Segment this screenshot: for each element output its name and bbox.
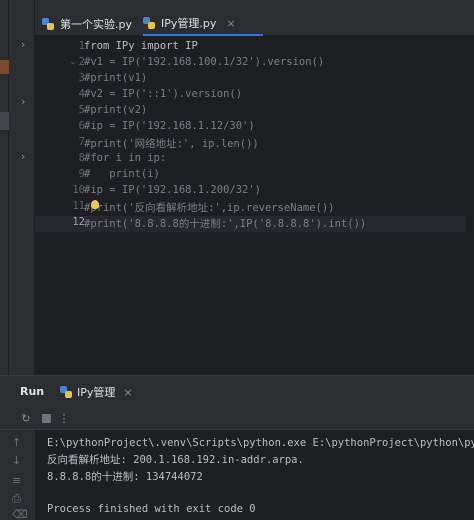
title-bar bbox=[35, 0, 474, 12]
code-line[interactable]: # print(i) bbox=[84, 168, 160, 180]
code-line[interactable]: #ip = IP('192.168.1.200/32') bbox=[84, 184, 261, 196]
console-line: E:\pythonProject\.venv\Scripts\python.ex… bbox=[47, 437, 474, 449]
down-arrow-icon[interactable]: ↓ bbox=[12, 454, 21, 467]
chevron-right-icon[interactable]: › bbox=[21, 95, 25, 108]
tab-label: IPy管理.py bbox=[161, 17, 217, 30]
line-number: 7 bbox=[78, 136, 85, 148]
code-line[interactable]: #v2 = IP('::1').version() bbox=[84, 88, 242, 100]
line-number: 1 bbox=[78, 40, 85, 52]
fold-icon[interactable]: ⌄ bbox=[69, 57, 77, 67]
run-tab-label: IPy管理 bbox=[77, 386, 116, 399]
console-side-toolbar: ↑ ↓ ≡ ⎙ ⌫ bbox=[0, 430, 35, 520]
run-panel: Run IPy管理 × ↻ ⋮ ↑ ↓ ≡ ⎙ ⌫ E:\pythonProje… bbox=[0, 375, 474, 520]
line-number: 10 bbox=[72, 184, 85, 196]
tab-first-experiment[interactable]: 第一个实验.py bbox=[42, 12, 142, 36]
line-number: 3 bbox=[78, 72, 85, 84]
chevron-right-icon[interactable]: › bbox=[21, 38, 25, 51]
run-panel-title: Run bbox=[20, 385, 45, 398]
python-file-icon bbox=[42, 18, 54, 30]
code-line[interactable]: #print('8.8.8.8的十进制:',IP('8.8.8.8').int(… bbox=[84, 216, 366, 231]
line-number: 12 bbox=[72, 216, 85, 228]
code-line[interactable]: #ip = IP('192.168.1.12/30') bbox=[84, 120, 255, 132]
code-line[interactable]: #print(v1) bbox=[84, 72, 147, 84]
code-line[interactable]: #print('网络地址:', ip.len()) bbox=[84, 136, 259, 151]
tool-window-marker bbox=[0, 112, 9, 130]
code-line[interactable]: #for i in ip: bbox=[84, 152, 166, 164]
close-icon[interactable]: × bbox=[123, 386, 132, 399]
tab-label: 第一个实验.py bbox=[60, 18, 132, 31]
more-icon[interactable]: ⋮ bbox=[58, 412, 70, 425]
console-output[interactable]: E:\pythonProject\.venv\Scripts\python.ex… bbox=[35, 430, 474, 520]
code-line[interactable]: from IPy import IP bbox=[84, 40, 198, 52]
line-number: 8 bbox=[78, 152, 85, 164]
python-file-icon bbox=[60, 386, 72, 398]
run-toolbar: ↻ ⋮ bbox=[0, 406, 474, 430]
run-panel-header: Run IPy管理 × bbox=[0, 376, 474, 406]
code-line[interactable]: #v1 = IP('192.168.100.1/32').version() bbox=[84, 56, 324, 68]
trash-icon[interactable]: ⌫ bbox=[12, 508, 28, 520]
rerun-icon[interactable]: ↻ bbox=[20, 412, 32, 425]
console-line: Process finished with exit code 0 bbox=[47, 503, 256, 515]
stop-icon[interactable] bbox=[40, 412, 52, 424]
console-line: 反向看解析地址: 200.1.168.192.in-addr.arpa. bbox=[47, 454, 304, 466]
run-config-tab[interactable]: IPy管理 × bbox=[60, 381, 133, 403]
soft-wrap-icon[interactable]: ≡ bbox=[12, 474, 21, 487]
up-arrow-icon[interactable]: ↑ bbox=[12, 436, 21, 449]
line-number: 6 bbox=[78, 120, 85, 132]
vcs-marker bbox=[0, 60, 9, 74]
line-number: 4 bbox=[78, 88, 85, 100]
chevron-right-icon[interactable]: › bbox=[21, 150, 25, 163]
editor-scrollbar[interactable] bbox=[466, 37, 474, 375]
intention-bulb-icon[interactable] bbox=[91, 200, 99, 209]
line-number: 2 bbox=[78, 56, 85, 68]
project-panel: › › › bbox=[9, 0, 35, 375]
close-icon[interactable]: × bbox=[226, 17, 235, 30]
code-editor[interactable]: 1 2 3 4 5 6 7 8 9 10 11 12 from IPy import IP #v1 = … bbox=[35, 37, 474, 375]
line-number: 11 bbox=[72, 200, 85, 212]
line-number: 9 bbox=[78, 168, 85, 180]
print-icon[interactable]: ⎙ bbox=[12, 492, 21, 506]
python-file-icon bbox=[143, 17, 155, 29]
tab-ipy-management[interactable]: IPy管理.py × bbox=[143, 12, 263, 36]
code-line[interactable]: #print('反向看解析地址:',ip.reverseName()) bbox=[84, 200, 335, 215]
line-number: 5 bbox=[78, 104, 85, 116]
console-line: 8.8.8.8的十进制: 134744072 bbox=[47, 471, 203, 483]
code-line[interactable]: #print(v2) bbox=[84, 104, 147, 116]
editor-tab-bar: 第一个实验.py IPy管理.py × bbox=[35, 12, 474, 36]
